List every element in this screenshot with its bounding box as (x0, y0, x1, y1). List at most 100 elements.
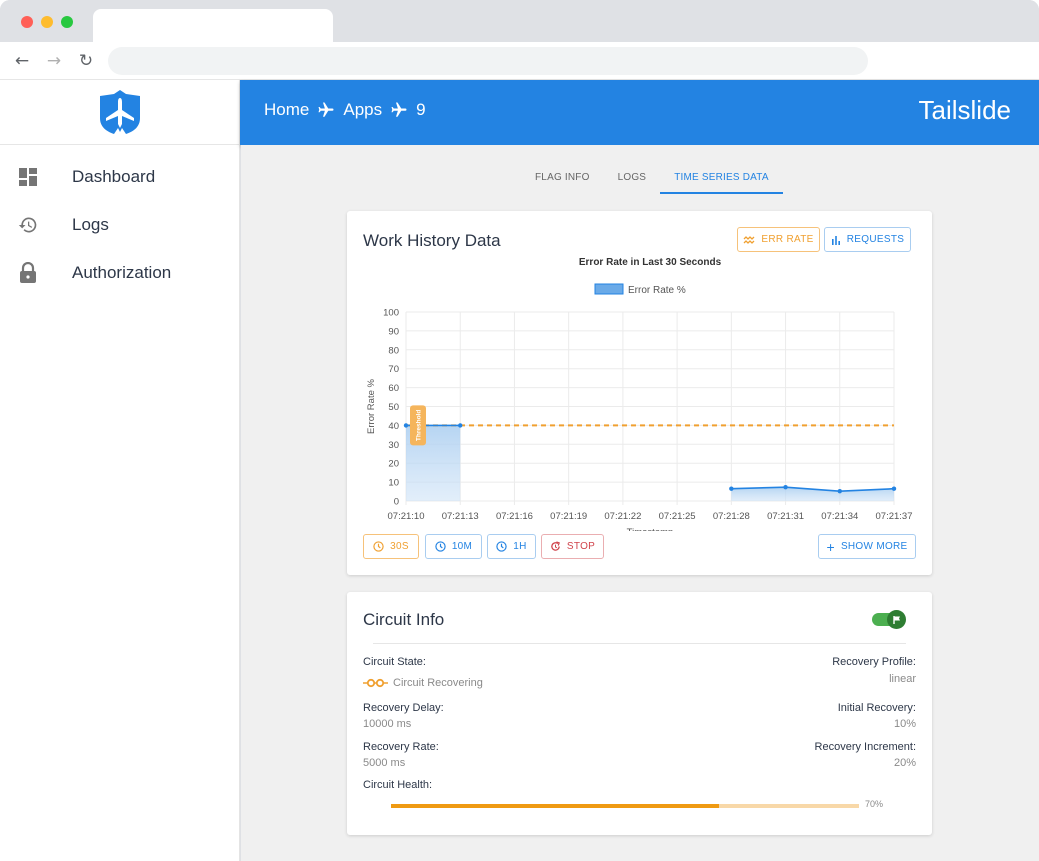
recovering-icon (363, 678, 388, 688)
logo-area (0, 80, 239, 145)
error-rate-icon (743, 235, 755, 244)
circuit-health-bar (391, 804, 859, 808)
recovery-delay-label: Recovery Delay: (363, 702, 444, 714)
chart-title: Error Rate in Last 30 Seconds (579, 257, 722, 268)
shield-plane-logo[interactable] (96, 88, 144, 136)
arrow-right-icon[interactable]: → (43, 50, 65, 72)
err-rate-button[interactable]: ERR RATE (737, 227, 820, 252)
stop-button[interactable]: STOP (541, 534, 604, 559)
circuit-health-fill (391, 804, 719, 808)
circuit-state-label: Circuit State: (363, 656, 426, 668)
brand-title: Tailslide (918, 95, 1012, 125)
range-1h-button[interactable]: 1H (487, 534, 536, 559)
circuit-state-value: Circuit Recovering (363, 677, 483, 689)
recovery-profile-label: Recovery Profile: (832, 656, 916, 668)
tab-bar: FLAG INFO LOGS TIME SERIES DATA (521, 165, 783, 194)
tab-flag-info[interactable]: FLAG INFO (521, 165, 604, 194)
sidebar-item-authorization[interactable]: Authorization (0, 249, 239, 297)
x-tick-label: 07:21:25 (659, 511, 696, 522)
initial-recovery-value: 10% (893, 718, 916, 730)
recovery-rate-label: Recovery Rate: (363, 741, 439, 753)
range-10m-button[interactable]: 10M (425, 534, 482, 559)
breadcrumb-home[interactable]: Home (264, 100, 309, 120)
data-point (403, 423, 409, 428)
recovery-delay-value: 10000 ms (363, 718, 412, 730)
data-point (729, 486, 734, 491)
state-text: Circuit Recovering (393, 677, 483, 689)
tab-time-series-data[interactable]: TIME SERIES DATA (660, 165, 783, 194)
data-point (458, 423, 463, 428)
circuit-info-card: Circuit Info Circuit State: Circuit Reco… (347, 592, 932, 835)
history-icon (18, 215, 38, 235)
x-tick-label: 07:21:31 (767, 511, 804, 522)
requests-button[interactable]: REQUESTS (824, 227, 911, 252)
main-content: FLAG INFO LOGS TIME SERIES DATA Work His… (241, 145, 1039, 861)
error-rate-chart: Error Rate in Last 30 Seconds Error Rate … (366, 257, 913, 531)
dashboard-icon (18, 167, 38, 187)
threshold-label: Threshold (416, 410, 423, 441)
stop-refresh-icon (551, 541, 560, 551)
y-tick-label: 100 (383, 308, 399, 319)
minimize-window-button[interactable] (41, 16, 53, 28)
browser-toolbar: ← → ↻ (0, 42, 1039, 80)
x-tick-label: 07:21:19 (550, 511, 587, 522)
recovery-increment-label: Recovery Increment: (814, 741, 916, 753)
arrow-left-icon[interactable]: ← (11, 50, 33, 72)
legend-label: Error Rate % (628, 285, 686, 296)
toggle-knob (887, 610, 906, 629)
y-tick-label: 80 (388, 345, 399, 356)
legend-swatch (594, 283, 624, 295)
clock-icon (496, 541, 507, 552)
sidebar: Dashboard Logs Authorization (0, 80, 240, 861)
data-point (837, 488, 842, 494)
card-title: Circuit Info (363, 610, 445, 629)
browser-tab[interactable] (93, 9, 333, 43)
show-more-button[interactable]: + SHOW MORE (818, 534, 916, 559)
app-header: Home Apps 9 Tailslide (240, 80, 1039, 145)
tab-strip (0, 0, 1039, 43)
circuit-health-label: Circuit Health: (363, 779, 433, 791)
y-tick-label: 10 (388, 478, 399, 489)
address-bar[interactable] (108, 47, 868, 75)
y-tick-label: 40 (388, 421, 399, 432)
initial-recovery-label: Initial Recovery: (837, 702, 916, 714)
range-label: 10M (451, 541, 473, 552)
x-tick-label: 07:21:34 (821, 511, 858, 522)
divider (373, 643, 906, 644)
sidebar-item-dashboard[interactable]: Dashboard (0, 153, 239, 201)
y-tick-label: 90 (388, 326, 399, 337)
recovery-rate-value: 5000 ms (363, 757, 406, 769)
browser-window: ← → ↻ Dashboard Logs Authorization Home … (0, 0, 1039, 861)
x-tick-label: 07:21:37 (876, 511, 913, 522)
y-axis-label: Error Rate % (366, 378, 377, 433)
stop-label: STOP (566, 541, 596, 552)
close-window-button[interactable] (21, 16, 33, 28)
work-history-card: Work History Data ERR RATE REQUESTS Erro… (347, 211, 932, 575)
recovery-profile-value: linear (889, 673, 916, 685)
range-30s-button[interactable]: 30S (363, 534, 419, 559)
clock-icon (435, 541, 446, 552)
breadcrumb-app-id: 9 (416, 100, 426, 119)
sidebar-item-label: Authorization (72, 263, 172, 282)
reload-icon[interactable]: ↻ (75, 50, 97, 72)
x-tick-label: 07:21:13 (442, 511, 479, 522)
x-tick-label: 07:21:28 (713, 511, 750, 522)
y-tick-label: 30 (388, 440, 399, 451)
y-tick-label: 20 (388, 459, 399, 470)
tab-logs[interactable]: LOGS (604, 165, 661, 194)
breadcrumb-apps[interactable]: Apps (343, 100, 382, 120)
x-tick-label: 07:21:16 (496, 511, 533, 522)
bar-chart-icon (831, 235, 840, 245)
clock-icon (373, 541, 384, 552)
airplane-icon (317, 101, 335, 119)
lock-icon (18, 262, 38, 283)
range-label: 1H (513, 541, 527, 552)
recovery-increment-value: 20% (893, 757, 916, 769)
sidebar-item-label: Dashboard (72, 167, 156, 186)
sidebar-item-logs[interactable]: Logs (0, 201, 239, 249)
circuit-toggle[interactable] (872, 610, 906, 629)
show-more-label: SHOW MORE (840, 541, 908, 552)
data-point (891, 486, 897, 491)
maximize-window-button[interactable] (61, 16, 73, 28)
plus-icon: + (826, 538, 835, 555)
